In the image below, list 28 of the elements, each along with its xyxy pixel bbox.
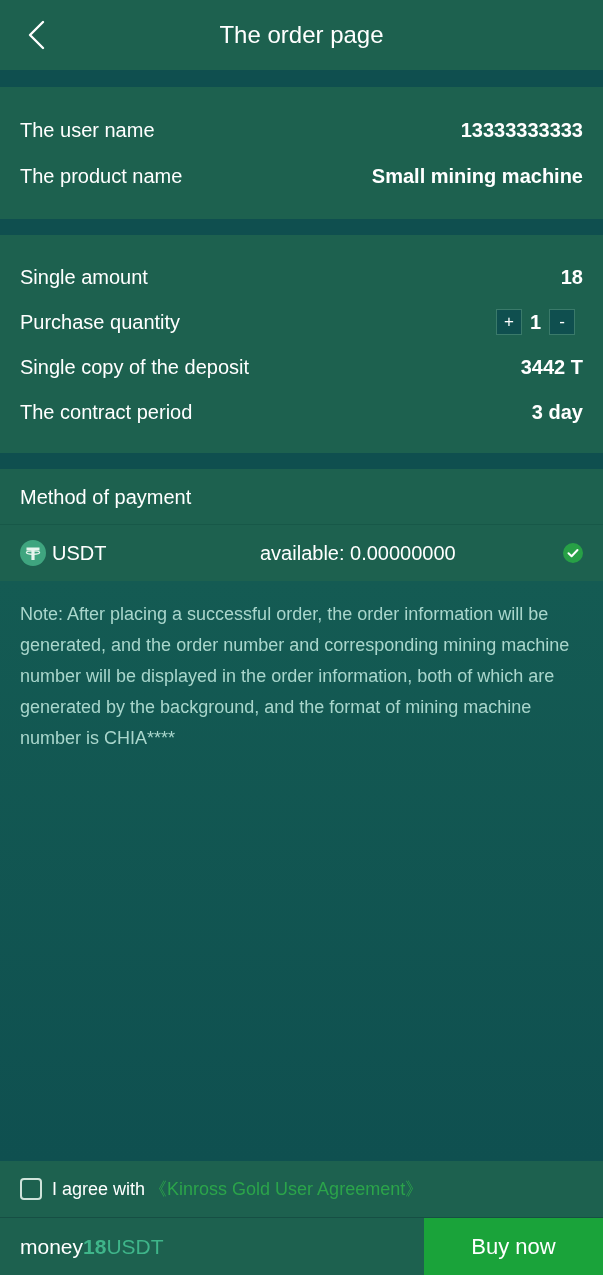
- page-title: The order page: [219, 20, 384, 50]
- tether-coin-icon: [20, 540, 46, 566]
- agreement-text: I agree with: [52, 1177, 146, 1201]
- check-circle-icon[interactable]: [563, 543, 583, 563]
- field-value: 3442 T: [520, 354, 583, 380]
- total-amount: 18: [83, 1233, 107, 1260]
- field-label: Single copy of the deposit: [20, 354, 250, 380]
- field-value: 18: [560, 264, 583, 290]
- currency-name: USDT: [52, 541, 107, 566]
- field-label: The contract period: [20, 399, 193, 425]
- field-label: Purchase quantity: [20, 309, 181, 335]
- agree-checkbox[interactable]: [20, 1178, 42, 1200]
- quantity-value: 1: [529, 309, 541, 335]
- field-label: Single amount: [20, 264, 148, 290]
- payment-method-row[interactable]: USDT available: 0.00000000: [0, 525, 603, 581]
- order-note: Note: After placing a successful order, the order information will be generated, and the order number and corresponding mining machine number will be displayed in the order information, both of which are generated by the background, and the format of mining machine number is CHIA****: [20, 603, 571, 750]
- decrement-button[interactable]: -: [549, 308, 575, 335]
- field-label: The product name: [20, 164, 183, 189]
- increment-button[interactable]: +: [495, 308, 522, 335]
- section-title: Method of payment: [20, 484, 192, 510]
- field-label: The user name: [20, 118, 155, 143]
- total-currency: USDT: [106, 1233, 164, 1260]
- total-label: money: [20, 1233, 84, 1260]
- back-icon[interactable]: [27, 20, 45, 50]
- field-value: Small mining machine: [371, 164, 583, 189]
- available-balance: available: 0.00000000: [260, 541, 456, 566]
- field-value: 13333333333: [460, 118, 583, 143]
- field-value: 3 day: [531, 399, 583, 425]
